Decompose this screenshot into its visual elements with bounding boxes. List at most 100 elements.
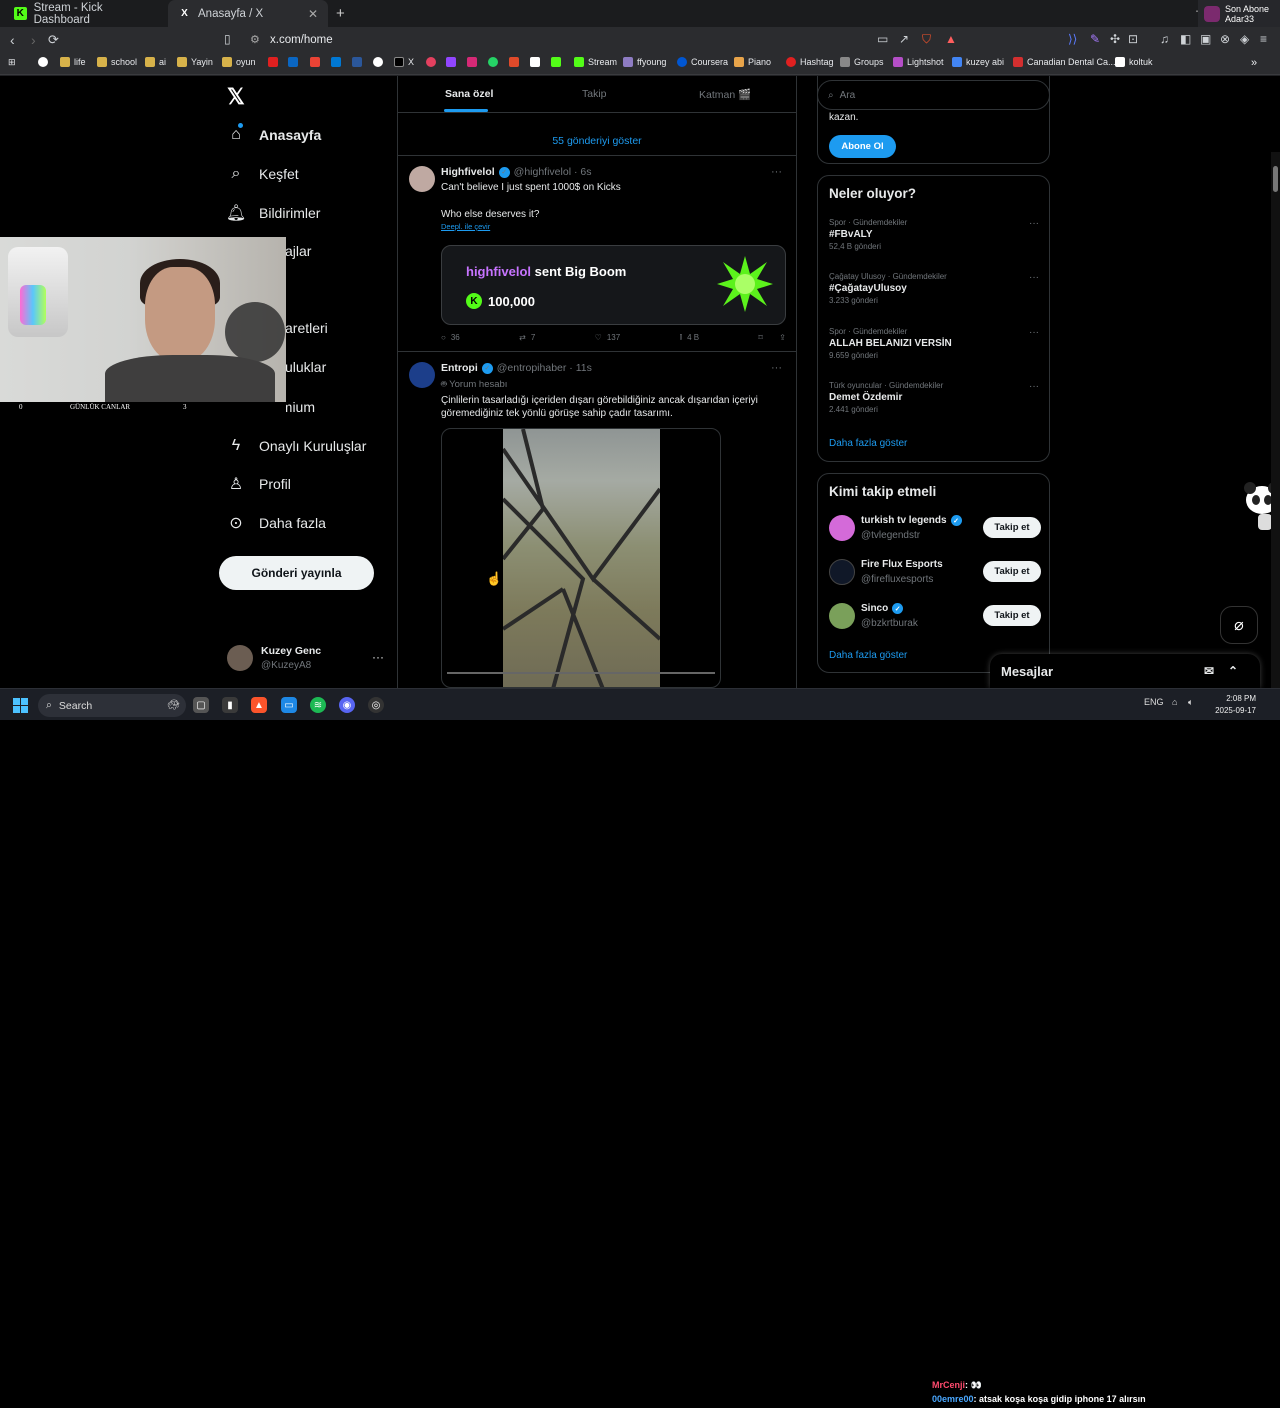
bookmark-folder-school[interactable]: school [97,57,137,67]
like-button[interactable]: ♡ 137 [595,332,621,342]
brave-rewards-icon[interactable]: ▲ [945,32,957,46]
bookmark-folder-ai[interactable]: ai [145,57,166,67]
spotify-icon[interactable]: ≋ [310,697,326,713]
follow-button[interactable]: Takip et [983,517,1041,538]
more-icon[interactable]: ··· [372,650,384,664]
share-icon[interactable]: ⇪ [779,333,786,342]
sidebar-item-bookmarks[interactable]: aretleri [285,320,328,336]
trend-item[interactable]: Çağatay Ulusoy · Gündemdekiler #ÇağatayU… [829,272,1039,305]
brave-browser-icon[interactable]: ▲ [251,697,267,713]
discord-icon[interactable]: ◉ [339,697,355,713]
tab-following[interactable]: Takip [582,88,607,100]
bookmark-kick[interactable] [551,57,561,67]
trend-item[interactable]: Spor · Gündemdekiler #FBvALY 52,4 B gönd… [829,218,1039,251]
new-message-icon[interactable]: ✉ [1204,664,1214,678]
views-button[interactable]: ⫾ 4 B [680,332,700,342]
follow-suggestion[interactable]: Fire Flux Esports @firefluxesports Takip… [829,559,1041,589]
tab-kick-dashboard[interactable]: K Stream - Kick Dashboard [4,0,168,27]
install-icon[interactable]: ▭ [877,32,888,46]
tab-for-you[interactable]: Sana özel [445,88,493,100]
more-icon[interactable]: ··· [1029,381,1039,392]
subscribe-button[interactable]: Abone Ol [829,135,896,158]
bookmark-coursera[interactable]: Coursera [677,57,728,67]
file-explorer-icon[interactable]: ▭ [281,697,297,713]
follow-suggestion[interactable]: Sinco ✓ @bzkrtburak Takip et [829,603,1041,633]
bookmark-word[interactable] [352,57,362,67]
x-logo-icon[interactable]: 𝕏 [227,84,245,110]
video-progress-bar[interactable] [447,672,715,674]
task-view-icon[interactable]: ▢ [193,697,209,713]
sidebar-item-profile[interactable]: ♙ Profil [227,475,291,493]
back-icon[interactable]: ‹ [10,32,15,48]
bookmark-youtube[interactable] [268,57,278,67]
sidebar-toggle-icon[interactable]: ◧ [1180,32,1191,46]
more-icon[interactable]: ··· [771,166,782,178]
sidebar-item-verified-orgs[interactable]: ϟ Onaylı Kuruluşlar [227,437,367,455]
obs-icon[interactable]: ◎ [368,697,384,713]
bookmark-whatsapp[interactable] [488,57,498,67]
show-more-trends-link[interactable]: Daha fazla göster [829,438,907,449]
apps-grid-icon[interactable]: ⊞ [8,57,16,68]
tab-x-home[interactable]: X Anasayfa / X ✕ [168,0,328,27]
bookmark-hashtag[interactable]: Hashtag [786,57,834,67]
avatar[interactable] [409,362,435,388]
bookmark-folder-life[interactable]: life [60,57,86,67]
bookmark-tumblr[interactable] [509,57,519,67]
more-icon[interactable]: ··· [771,362,782,374]
kick-gift-card[interactable]: highfivelol sent Big Boom K 100,000 [441,245,786,325]
bookmark-icon[interactable]: ⌑ [759,333,763,342]
bookmark-lightshot[interactable]: Lightshot [893,57,944,67]
tweet[interactable]: Entropi ✓ @entropihaber · 11s ··· 🤖︎ Yor… [398,352,796,688]
extension-icon[interactable]: ⟩⟩ [1068,32,1077,46]
tweet-author[interactable]: Highfivelol ✓ @highfivelol · 6s [441,166,591,178]
sidebar-item-messages[interactable]: ajlar [285,243,311,259]
bookmark-instagram[interactable] [467,57,477,67]
show-more-follow-link[interactable]: Daha fazla göster [829,650,907,661]
system-clock[interactable]: 2:08 PM 2025-09-17 [1206,693,1256,717]
messages-drawer[interactable]: Mesajlar ✉ ⌃ [990,654,1260,688]
language-indicator[interactable]: ENG [1144,697,1164,707]
sidebar-item-communities[interactable]: uluklar [285,359,326,375]
music-icon[interactable]: ♫ [1160,32,1169,46]
screenshot-icon[interactable]: ⊡ [1128,32,1138,46]
sidebar-item-more[interactable]: ⊙ Daha fazla [227,514,326,532]
bookmark-ffyoung[interactable]: ffyoung [623,57,666,67]
bookmark-canadian-dental[interactable]: Canadian Dental Ca... [1013,57,1116,67]
bookmark-page-icon[interactable]: ▯ [224,32,231,46]
bookmark-twitch[interactable] [446,57,456,67]
bookmark-kuzey-abi[interactable]: kuzey abi [952,57,1004,67]
bookmark-chrome[interactable] [373,57,383,67]
scrollbar-thumb[interactable] [1273,166,1278,192]
reply-button[interactable]: ○ 36 [441,332,460,342]
bookmark-stream[interactable]: Stream [574,57,617,67]
follow-button[interactable]: Takip et [983,561,1041,582]
brave-shield-icon[interactable]: ⛉ [922,32,931,47]
show-new-posts[interactable]: 55 gönderiyi göster [398,126,796,156]
bookmark-linkedin[interactable] [288,57,298,67]
bookmark-piano[interactable]: Piano [734,57,771,67]
site-info-icon[interactable]: ⚙ [250,33,260,46]
follow-button[interactable]: Takip et [983,605,1041,626]
menu-icon[interactable]: ≡ [1260,32,1267,46]
vpn-icon[interactable]: ⊗ [1220,32,1230,46]
tab-katman[interactable]: Katman 🎬 [699,88,751,101]
more-icon[interactable]: ··· [1029,327,1039,338]
bookmark-gmail[interactable] [310,57,320,67]
address-bar[interactable]: ⚙ x.com/home [244,30,964,50]
taskbar-search[interactable]: ⌕ Search 🐢︎ [38,694,186,717]
new-tab-button[interactable]: + [336,5,345,22]
bookmark-koltuk[interactable]: koltuk [1115,57,1153,67]
bookmark-groups[interactable]: Groups [840,57,884,67]
bookmarks-overflow-icon[interactable]: » [1251,57,1257,69]
pen-extension-icon[interactable]: ✎ [1090,32,1100,46]
trend-item[interactable]: Spor · Gündemdekiler ALLAH BELANIZI VERS… [829,327,1039,360]
volume-icon[interactable]: 🔈︎ [1188,697,1193,708]
bookmark-folder-yayin[interactable]: Yayin [177,57,213,67]
repost-button[interactable]: ⇄ 7 [519,332,535,342]
shield-icon[interactable]: ◈ [1240,32,1249,46]
avatar[interactable] [409,166,435,192]
forward-icon[interactable]: › [31,32,36,48]
google-icon[interactable] [38,57,48,67]
wallet-icon[interactable]: ▣ [1200,32,1211,46]
more-icon[interactable]: ··· [1029,272,1039,283]
